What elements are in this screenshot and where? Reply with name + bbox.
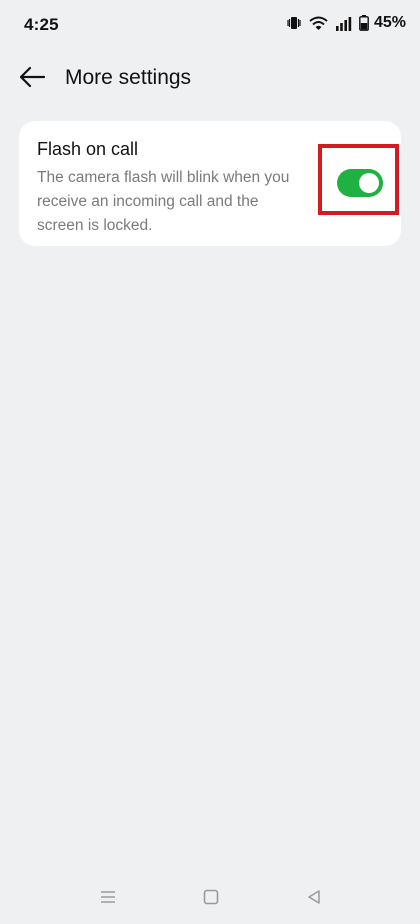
nav-back-button[interactable] (302, 888, 326, 910)
setting-title: Flash on call (37, 139, 139, 159)
menu-icon (99, 889, 117, 910)
wifi-icon (309, 16, 328, 31)
page-title: More settings (65, 66, 192, 89)
recent-apps-button[interactable] (96, 888, 120, 910)
status-icons: 45% (286, 14, 406, 32)
header: More settings (0, 52, 420, 104)
toggle-knob (359, 173, 379, 193)
status-time: 4:25 (24, 15, 59, 34)
arrow-left-icon (18, 66, 46, 93)
flash-on-call-card[interactable]: Flash on call The camera flash will blin… (19, 121, 401, 246)
signal-icon (335, 16, 352, 31)
vibrate-icon (286, 15, 302, 31)
home-button[interactable] (199, 888, 223, 910)
setting-description: The camera flash will blink when you rec… (37, 169, 290, 234)
back-triangle-icon (306, 889, 322, 910)
home-icon (203, 889, 219, 910)
back-button[interactable] (14, 61, 50, 97)
flash-on-call-toggle[interactable] (337, 169, 383, 197)
nav-bar (0, 874, 420, 924)
status-bar: 4:25 45% (0, 0, 420, 50)
battery-percent: 45% (373, 14, 406, 31)
battery-icon (359, 15, 369, 31)
screen: 4:25 45% More settings Flash on call The… (0, 0, 420, 924)
